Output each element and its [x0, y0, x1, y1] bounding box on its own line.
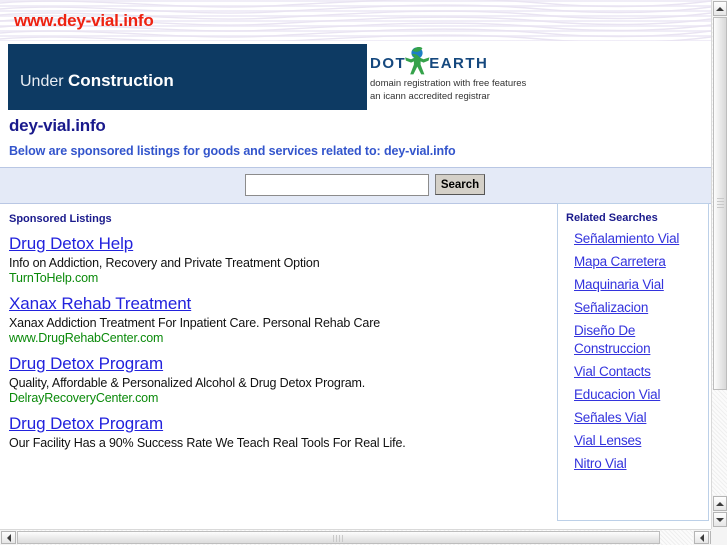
list-item: Mapa Carretera [574, 253, 708, 271]
registrar-block: DOTXXEARTH domain registration with free… [370, 47, 620, 103]
chevron-down-icon [716, 517, 724, 522]
related-searches-list: Señalamiento Vial Mapa Carretera Maquina… [558, 230, 708, 473]
logo-text-left: DOT [370, 55, 407, 72]
chevron-left-icon [6, 533, 11, 542]
registrar-accreditation: an icann accredited registrar [370, 91, 490, 102]
scrollbar-grip-icon [332, 535, 345, 542]
related-searches-box: Related Searches Señalamiento Vial Mapa … [557, 203, 709, 521]
scrollbar-grip-icon [717, 197, 724, 210]
construction-emphasis: Construction [68, 71, 174, 90]
listing-description: Info on Addiction, Recovery and Private … [9, 256, 320, 270]
sponsored-listings-column: Sponsored Listings Drug Detox Help Info … [0, 213, 548, 450]
scroll-down-button-upper[interactable] [713, 496, 727, 511]
listing-description: Our Facility Has a 90% Success Rate We T… [9, 436, 406, 450]
content-area: Sponsored Listings Drug Detox Help Info … [0, 203, 711, 529]
horizontal-scrollbar-thumb[interactable] [17, 531, 660, 544]
list-item: Drug Detox Help Info on Addiction, Recov… [9, 234, 548, 285]
globe-person-icon [405, 47, 430, 75]
chevron-up-icon [716, 6, 724, 11]
list-item: Señalizacion [574, 299, 708, 317]
site-header: www.dey-vial.info [0, 0, 711, 41]
list-item: Educacion Vial [574, 386, 708, 404]
listing-title-link[interactable]: Drug Detox Program [9, 414, 163, 434]
list-item: Vial Lenses [574, 432, 708, 450]
listing-title-link[interactable]: Xanax Rehab Treatment [9, 294, 191, 314]
banner-row: Under Construction DOTXXEARTH domain reg… [0, 41, 711, 113]
related-search-link[interactable]: Diseño De Construccion [574, 323, 651, 356]
search-bar: Search [0, 167, 711, 204]
chevron-up-icon [716, 501, 724, 506]
dotearth-logo[interactable]: DOTXXEARTH [370, 47, 570, 77]
under-construction-banner: Under Construction [8, 44, 367, 110]
list-item: Diseño De Construccion [574, 322, 708, 358]
listing-url: www.DrugRehabCenter.com [9, 331, 164, 345]
site-url-heading: www.dey-vial.info [14, 11, 154, 30]
vertical-scrollbar[interactable] [711, 0, 727, 529]
vertical-scrollbar-thumb[interactable] [713, 17, 727, 390]
related-searches-heading: Related Searches [566, 212, 658, 224]
related-search-link[interactable]: Vial Lenses [574, 433, 642, 448]
logo-text-right: EARTH [429, 55, 489, 72]
list-item: Xanax Rehab Treatment Xanax Addiction Tr… [9, 294, 548, 345]
related-search-link[interactable]: Señales Vial [574, 410, 647, 425]
listing-description: Quality, Affordable & Personalized Alcoh… [9, 376, 366, 390]
registrar-tagline: domain registration with free features [370, 78, 527, 89]
page-title: dey-vial.info [9, 116, 106, 135]
scroll-left-button-secondary[interactable] [694, 531, 709, 544]
horizontal-scrollbar[interactable] [0, 529, 727, 545]
related-search-link[interactable]: Maquinaria Vial [574, 277, 664, 292]
page-subtitle: Below are sponsored listings for goods a… [9, 144, 456, 158]
related-search-link[interactable]: Vial Contacts [574, 364, 651, 379]
scrollbar-corner [711, 529, 727, 545]
related-search-link[interactable]: Señalamiento Vial [574, 231, 679, 246]
list-item: Drug Detox Program Quality, Affordable &… [9, 354, 548, 405]
page-viewport: www.dey-vial.info Under Construction DOT… [0, 0, 711, 529]
scroll-down-button[interactable] [713, 512, 727, 527]
list-item: Nitro Vial [574, 455, 708, 473]
related-search-link[interactable]: Educacion Vial [574, 387, 660, 402]
sponsored-listings-heading: Sponsored Listings [9, 213, 112, 225]
listing-url: DelrayRecoveryCenter.com [9, 391, 159, 405]
list-item: Maquinaria Vial [574, 276, 708, 294]
listing-title-link[interactable]: Drug Detox Help [9, 234, 133, 254]
list-item: Drug Detox Program Our Facility Has a 90… [9, 414, 548, 450]
scroll-up-button[interactable] [713, 1, 727, 16]
listing-description: Xanax Addiction Treatment For Inpatient … [9, 316, 381, 330]
related-search-link[interactable]: Nitro Vial [574, 456, 627, 471]
chevron-left-icon [699, 533, 704, 542]
list-item: Vial Contacts [574, 363, 708, 381]
list-item: Señalamiento Vial [574, 230, 708, 248]
scroll-left-button[interactable] [1, 531, 16, 544]
search-input[interactable] [245, 174, 429, 196]
search-button[interactable]: Search [435, 174, 485, 195]
list-item: Señales Vial [574, 409, 708, 427]
related-search-link[interactable]: Mapa Carretera [574, 254, 666, 269]
listing-title-link[interactable]: Drug Detox Program [9, 354, 163, 374]
under-construction-text: Under Construction [20, 71, 174, 91]
listing-url: TurnToHelp.com [9, 271, 99, 285]
construction-prefix: Under [20, 73, 69, 90]
related-search-link[interactable]: Señalizacion [574, 300, 648, 315]
